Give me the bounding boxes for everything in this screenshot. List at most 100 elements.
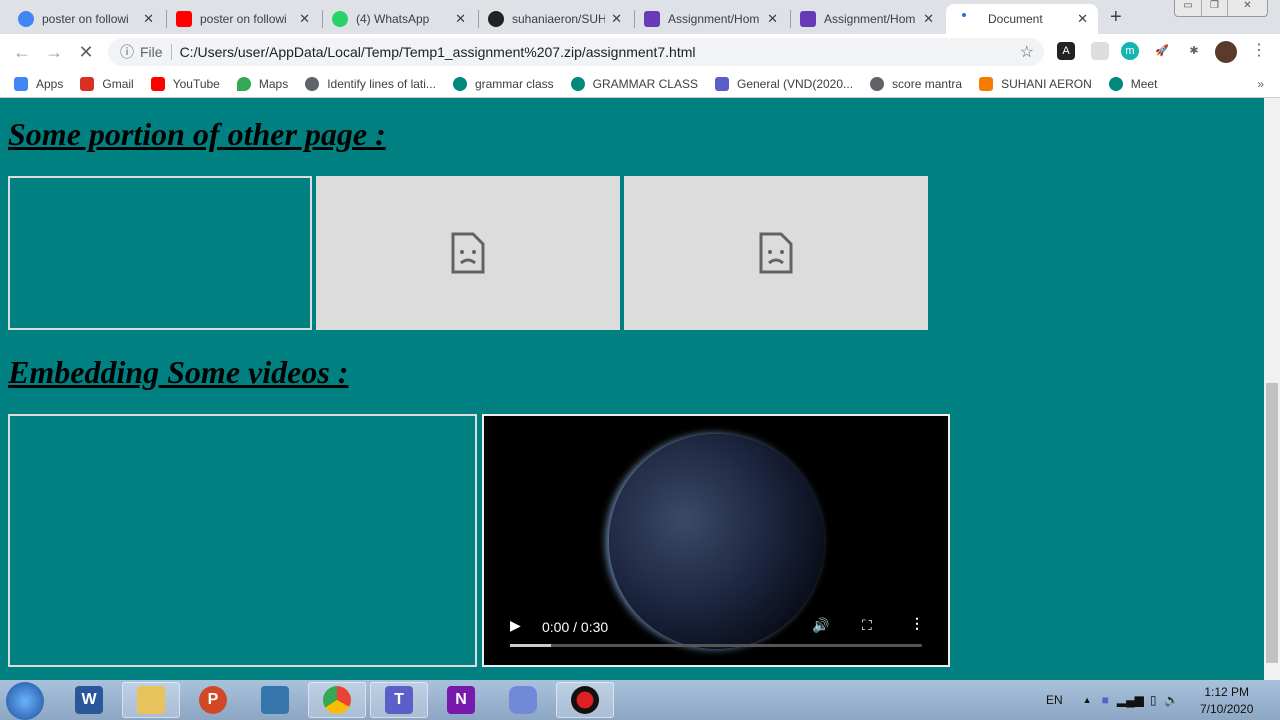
gmail-icon — [80, 76, 95, 91]
onenote-icon: N — [447, 686, 475, 714]
taskbar-teams[interactable]: T — [370, 682, 428, 718]
close-icon[interactable]: ✕ — [767, 11, 778, 27]
teams-icon — [714, 76, 729, 91]
taskbar-word[interactable]: W — [60, 682, 118, 718]
back-button[interactable]: ← — [6, 42, 38, 63]
video-progress-bar[interactable] — [510, 644, 922, 647]
new-tab-button[interactable]: + — [1110, 6, 1122, 29]
language-indicator[interactable]: EN — [1046, 693, 1063, 707]
fullscreen-icon[interactable]: ⛶ — [862, 617, 872, 634]
word-icon: W — [75, 686, 103, 714]
window-controls: ▭ ❐ ✕ — [1174, 0, 1268, 17]
bookmark-gmail[interactable]: Gmail — [80, 76, 134, 91]
youtube-icon — [150, 76, 165, 91]
more-bookmarks-icon[interactable]: » — [1257, 77, 1264, 91]
blogger-icon — [979, 76, 994, 91]
taskbar-powerpoint[interactable]: P — [184, 682, 242, 718]
bookmark-maps[interactable]: Maps — [236, 76, 288, 91]
taskbar-recorder[interactable] — [556, 682, 614, 718]
iframe-3[interactable] — [624, 176, 928, 330]
teams-tray-icon[interactable]: ■ — [1102, 693, 1109, 707]
bookmark-label: YouTube — [172, 76, 220, 91]
tab-poster-google[interactable]: poster on followi ✕ — [8, 4, 164, 34]
taskbar-chrome[interactable] — [308, 682, 366, 718]
rocket-icon[interactable]: 🚀 — [1153, 42, 1171, 60]
vertical-scrollbar[interactable] — [1264, 98, 1280, 680]
tab-assignment-1[interactable]: Assignment/Hom ✕ — [634, 4, 788, 34]
extension-icon[interactable]: A — [1057, 42, 1075, 60]
bookmark-label: General (VND(2020... — [736, 76, 854, 91]
page-content: Some portion of other page : Embedding S… — [0, 98, 1264, 680]
meet-icon — [1108, 76, 1123, 91]
tab-github[interactable]: suhaniaeron/SUH ✕ — [478, 4, 632, 34]
clock-date: 7/10/2020 — [1200, 702, 1254, 716]
bookmark-apps[interactable]: Apps — [14, 76, 64, 91]
clock[interactable]: 1:12 PM 7/10/2020 — [1200, 684, 1253, 718]
bookmark-suhani-aeron[interactable]: SUHANI AERON — [979, 76, 1092, 91]
close-icon[interactable]: ✕ — [455, 11, 466, 27]
bookmark-youtube[interactable]: YouTube — [150, 76, 220, 91]
forward-button[interactable]: → — [38, 42, 70, 63]
play-icon[interactable]: ▶ — [510, 617, 521, 634]
iframe-2[interactable] — [316, 176, 620, 330]
whatsapp-icon — [332, 11, 348, 27]
heading-other-page: Some portion of other page : — [8, 116, 386, 152]
extension-m-icon[interactable]: m — [1121, 42, 1139, 60]
avatar[interactable] — [1215, 41, 1237, 63]
minimize-button[interactable]: ▭ — [1175, 0, 1201, 16]
taskbar-discord[interactable] — [494, 682, 552, 718]
bookmark-grammar-class-2[interactable]: GRAMMAR CLASS — [570, 76, 698, 91]
bookmark-label: Apps — [36, 76, 64, 91]
bookmark-identify-lines[interactable]: Identify lines of lati... — [305, 76, 436, 91]
bookmark-grammar-class[interactable]: grammar class — [452, 76, 554, 91]
bookmark-label: score mantra — [892, 76, 963, 91]
start-button[interactable] — [6, 682, 44, 720]
taskbar-explorer[interactable] — [122, 682, 180, 718]
toolbar: ← → ✕ ⓘ File C:/Users/user/AppData/Local… — [0, 34, 1280, 70]
network-icon[interactable]: ▂▄▆ — [1117, 693, 1144, 707]
power-icon[interactable]: ▯ — [1150, 693, 1157, 707]
bookmarks-bar: Apps Gmail YouTube Maps Identify lines o… — [0, 70, 1280, 98]
python-icon — [261, 686, 289, 714]
menu-icon[interactable]: ⋮ — [1250, 42, 1268, 60]
bookmark-meet[interactable]: Meet — [1108, 76, 1158, 91]
video-player[interactable]: ▶ 0:00 / 0:30 🔊 ⛶ ⋮ — [482, 414, 950, 667]
scrollbar-thumb[interactable] — [1266, 383, 1278, 663]
tab-whatsapp[interactable]: (4) WhatsApp ✕ — [322, 4, 476, 34]
tab-assignment-2[interactable]: Assignment/Hom ✕ — [790, 4, 944, 34]
address-bar[interactable]: ⓘ File C:/Users/user/AppData/Local/Temp/… — [108, 38, 1044, 66]
stop-button[interactable]: ✕ — [70, 42, 102, 63]
close-icon[interactable]: ✕ — [923, 11, 934, 27]
restore-button[interactable]: ❐ — [1201, 0, 1227, 16]
tab-poster-youtube[interactable]: poster on followi ✕ — [166, 4, 320, 34]
close-icon[interactable]: ✕ — [1077, 11, 1088, 27]
video-controls: ▶ 0:00 / 0:30 🔊 ⛶ ⋮ — [484, 605, 948, 665]
tab-label: (4) WhatsApp — [356, 12, 430, 26]
info-icon[interactable]: ⓘ — [120, 42, 134, 62]
tab-document[interactable]: Document ✕ — [946, 4, 1098, 34]
close-icon[interactable]: ✕ — [143, 11, 154, 27]
bookmark-label: Meet — [1130, 76, 1158, 91]
show-hidden-icons[interactable]: ▲ — [1083, 695, 1092, 705]
bookmark-general[interactable]: General (VND(2020... — [714, 76, 854, 91]
folder-icon — [137, 686, 165, 714]
system-tray: EN ▲ ■ ▂▄▆ ▯ 🔈 — [1040, 680, 1179, 720]
reader-icon[interactable] — [1091, 42, 1109, 60]
url-text[interactable]: C:/Users/user/AppData/Local/Temp/Temp1_a… — [180, 44, 696, 60]
close-icon[interactable]: ✕ — [299, 11, 310, 27]
tab-label: Document — [988, 12, 1043, 26]
teams-icon: T — [385, 686, 413, 714]
taskbar-onenote[interactable]: N — [432, 682, 490, 718]
bookmark-score-mantra[interactable]: score mantra — [870, 76, 963, 91]
taskbar-python[interactable] — [246, 682, 304, 718]
close-icon[interactable]: ✕ — [611, 11, 622, 27]
more-options-icon[interactable]: ⋮ — [910, 615, 924, 632]
volume-icon[interactable]: 🔊 — [812, 617, 829, 634]
close-window-button[interactable]: ✕ — [1227, 0, 1267, 16]
bookmark-star-icon[interactable]: ☆ — [1020, 42, 1034, 62]
video-embed-1[interactable] — [8, 414, 477, 667]
puzzle-icon[interactable]: ✱ — [1185, 42, 1203, 60]
iframe-1[interactable] — [8, 176, 312, 330]
volume-tray-icon[interactable]: 🔈 — [1164, 693, 1179, 707]
bookmark-label: GRAMMAR CLASS — [592, 76, 698, 91]
